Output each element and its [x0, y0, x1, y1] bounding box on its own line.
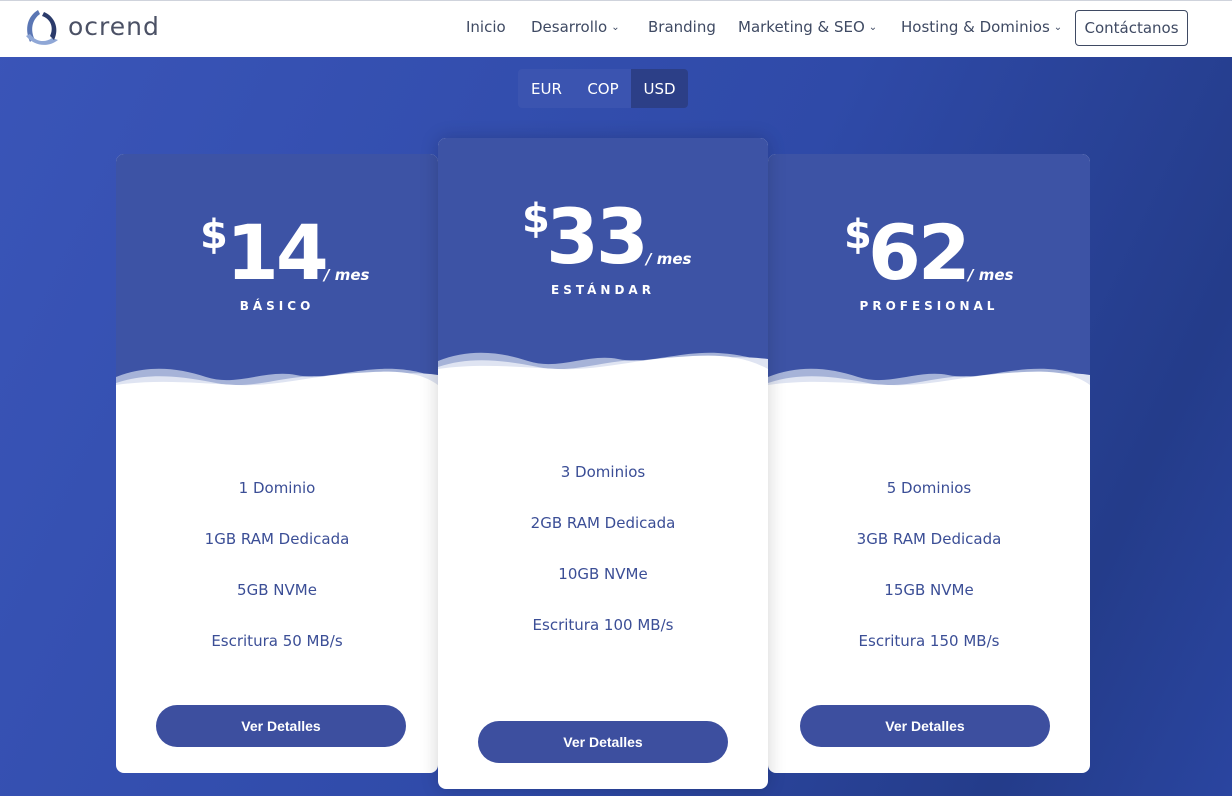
pricing-card-profesional: $ 62 / mes PROFESIONAL 5 Dominios 3GB RA… [768, 154, 1090, 773]
plan-feature: 3 Dominios [560, 463, 646, 481]
ocrend-logo-icon [26, 10, 58, 45]
nav-marketing-seo-label: Marketing & SEO [738, 18, 865, 36]
plan-feature: Escritura 150 MB/s [858, 632, 1000, 650]
ver-detalles-button[interactable]: Ver Detalles [800, 705, 1050, 747]
wave-decoration [116, 368, 438, 405]
price-period: / mes [968, 266, 1014, 284]
currency-option-cop[interactable]: COP [575, 69, 631, 108]
currency-toggle: EUR COP USD [518, 69, 688, 108]
nav-hosting-dominios[interactable]: Hosting & Dominios ⌄ [901, 18, 1062, 36]
chevron-down-icon: ⌄ [868, 22, 878, 33]
price-display: $ 62 / mes [768, 154, 1090, 354]
price-amount: 62 [868, 208, 971, 297]
pricing-card-basico: $ 14 / mes BÁSICO 1 Dominio 1GB RAM Dedi… [116, 154, 438, 773]
plan-feature: Escritura 50 MB/s [211, 632, 343, 650]
price-period: / mes [646, 250, 692, 268]
plan-name: BÁSICO [239, 299, 315, 313]
plan-feature: 1GB RAM Dedicada [204, 530, 350, 548]
chevron-down-icon: ⌄ [1053, 22, 1063, 33]
plan-feature: 5GB NVMe [237, 581, 317, 599]
nav-branding-label: Branding [648, 18, 716, 36]
plan-feature: 15GB NVMe [884, 581, 974, 599]
currency-symbol: $ [200, 212, 228, 258]
nav-branding[interactable]: Branding [648, 18, 716, 36]
pricing-card-estandar: $ 33 / mes ESTÁNDAR 3 Dominios 2GB RAM D… [438, 138, 768, 789]
contact-button[interactable]: Contáctanos [1075, 10, 1188, 46]
wave-decoration [438, 352, 768, 389]
currency-option-eur[interactable]: EUR [518, 69, 575, 108]
nav-inicio[interactable]: Inicio [466, 18, 506, 36]
plan-feature: 3GB RAM Dedicada [856, 530, 1002, 548]
price-period: / mes [324, 266, 370, 284]
nav-desarrollo-label: Desarrollo [531, 18, 608, 36]
nav-hosting-dominios-label: Hosting & Dominios [901, 18, 1050, 36]
plan-feature: Escritura 100 MB/s [532, 616, 674, 634]
nav-inicio-label: Inicio [466, 18, 506, 36]
ver-detalles-button[interactable]: Ver Detalles [156, 705, 406, 747]
logo-text: ocrend [68, 12, 160, 41]
top-navigation-bar: ocrend Inicio Desarrollo ⌄ Branding Marke… [0, 0, 1232, 57]
price-display: $ 33 / mes [438, 138, 768, 338]
wave-decoration [768, 368, 1090, 405]
plan-name: ESTÁNDAR [551, 283, 655, 297]
currency-option-usd[interactable]: USD [631, 69, 688, 108]
plan-name: PROFESIONAL [859, 299, 999, 313]
price-display: $ 14 / mes [116, 154, 438, 354]
plan-feature: 5 Dominios [886, 479, 972, 497]
plan-feature: 1 Dominio [238, 479, 316, 497]
ocrend-logo[interactable]: ocrend [18, 6, 160, 52]
plan-feature: 10GB NVMe [558, 565, 648, 583]
nav-marketing-seo[interactable]: Marketing & SEO ⌄ [738, 18, 877, 36]
nav-desarrollo[interactable]: Desarrollo ⌄ [531, 18, 620, 36]
plan-feature: 2GB RAM Dedicada [530, 514, 676, 532]
price-amount: 14 [226, 208, 329, 297]
ver-detalles-button[interactable]: Ver Detalles [478, 721, 728, 763]
price-amount: 33 [546, 192, 649, 281]
chevron-down-icon: ⌄ [611, 22, 620, 33]
